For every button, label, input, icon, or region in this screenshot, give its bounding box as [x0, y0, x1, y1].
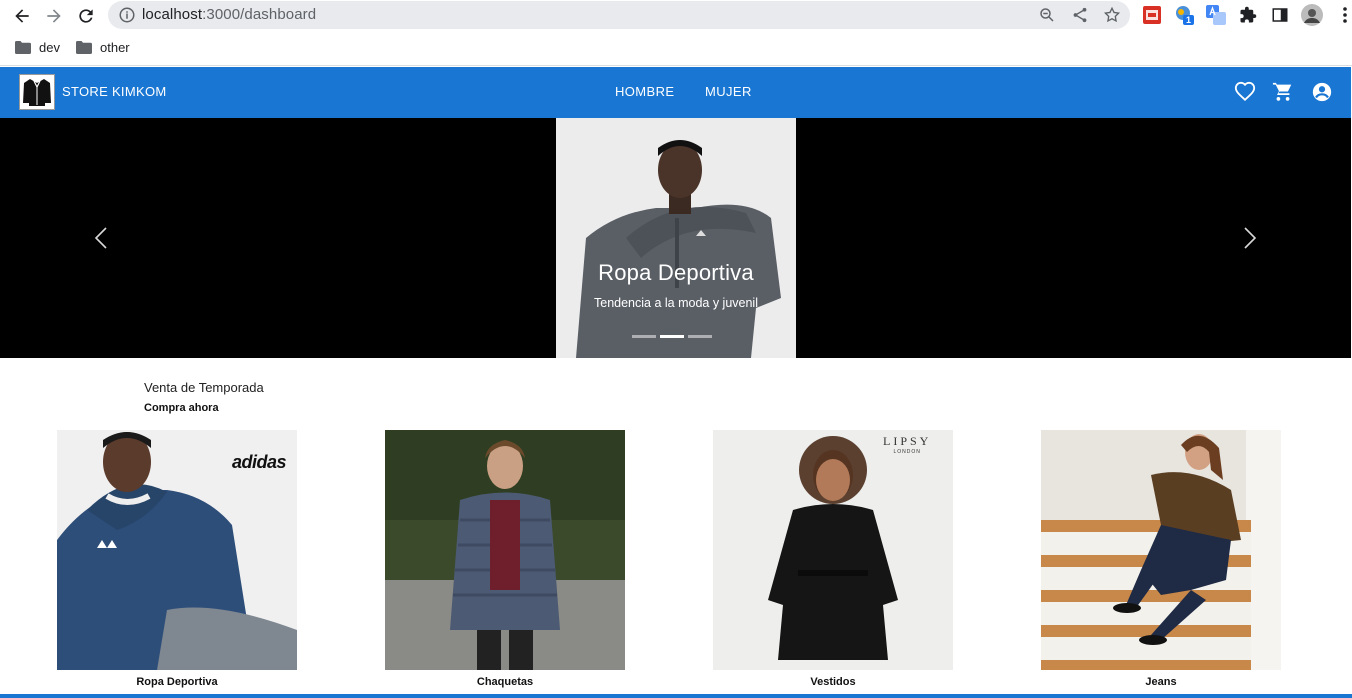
bookmark-folder-other[interactable]: other [76, 40, 130, 55]
indicator-3[interactable] [688, 335, 712, 338]
product-card-vestidos[interactable]: LIPSY LONDON Vestidos [713, 430, 953, 688]
jeans-model-image [1041, 430, 1281, 670]
bookmark-label: other [100, 40, 130, 55]
product-image[interactable]: LIPSY LONDON [713, 430, 953, 670]
avatar-icon [1301, 4, 1323, 26]
profile-avatar[interactable] [1301, 4, 1323, 26]
address-bar[interactable]: localhost:3000/dashboard [108, 1, 1130, 29]
info-icon[interactable] [118, 6, 136, 24]
extension-pdf-icon[interactable] [1141, 4, 1163, 26]
chrome-menu-button[interactable] [1334, 4, 1352, 26]
star-icon[interactable] [1103, 6, 1121, 24]
side-panel-icon [1272, 8, 1288, 22]
slide-title: Ropa Deportiva [598, 260, 754, 285]
extension-badge: 1 [1186, 15, 1192, 25]
product-card-jeans[interactable]: Jeans [1041, 430, 1281, 688]
translate-icon [1206, 5, 1226, 25]
bookmark-label: dev [39, 40, 60, 55]
folder-icon [76, 41, 92, 54]
footer-strip [0, 694, 1352, 698]
favorites-heart-icon[interactable] [1234, 81, 1256, 103]
product-label[interactable]: Vestidos [713, 676, 953, 688]
hero-carousel: Ropa Deportiva Tendencia a la moda y juv… [0, 118, 1351, 358]
lipsy-logo: LIPSY LONDON [883, 434, 931, 455]
reload-icon [79, 9, 93, 23]
reload-button[interactable] [74, 4, 98, 28]
product-label[interactable]: Jeans [1041, 676, 1281, 688]
account-circle-icon[interactable] [1311, 81, 1333, 103]
arrow-right-icon [47, 9, 61, 23]
product-card-ropa-deportiva[interactable]: adidas Ropa Deportiva [57, 430, 297, 688]
section-title: Venta de Temporada [144, 380, 264, 395]
product-label[interactable]: Chaquetas [385, 676, 625, 688]
indicator-1[interactable] [632, 335, 656, 338]
puffer-jacket-model-image [385, 430, 625, 670]
bookmark-folder-dev[interactable]: dev [15, 40, 60, 55]
zoom-icon[interactable] [1038, 6, 1056, 24]
more-vert-icon [1343, 7, 1347, 23]
product-image[interactable]: adidas [57, 430, 297, 670]
sportswear-model-image [556, 118, 796, 358]
back-button[interactable] [10, 4, 34, 28]
extension-globe-icon[interactable]: 1 [1173, 4, 1195, 26]
lipsy-sub: LONDON [893, 449, 921, 455]
adidas-logo: adidas [232, 452, 287, 472]
puzzle-icon [1240, 6, 1257, 23]
slide-caption: Ropa Deportiva Tendencia a la moda y juv… [556, 260, 796, 310]
store-logo[interactable] [19, 74, 55, 110]
product-label[interactable]: Ropa Deportiva [57, 676, 297, 688]
globe-icon [1176, 6, 1194, 25]
product-image[interactable] [385, 430, 625, 670]
folder-icon [15, 41, 31, 54]
dress-model-image [713, 430, 953, 670]
pdf-icon [1143, 6, 1161, 24]
browser-toolbar: localhost:3000/dashboard 1 [0, 0, 1352, 32]
indicator-2[interactable] [660, 335, 684, 338]
url-host: localhost [142, 6, 203, 23]
forward-button[interactable] [42, 4, 66, 28]
jacket-logo-icon [20, 75, 54, 109]
slide-subtitle: Tendencia a la moda y juvenil [594, 296, 758, 310]
cart-icon[interactable] [1272, 81, 1294, 103]
product-image[interactable] [1041, 430, 1281, 670]
slide-image-sportswear [556, 118, 796, 358]
bookmarks-bar: dev other [0, 32, 1352, 66]
nav-hombre[interactable]: HOMBRE [615, 84, 674, 99]
extensions-button[interactable] [1237, 4, 1259, 26]
share-icon[interactable] [1071, 6, 1089, 24]
brand-name[interactable]: STORE KIMKOM [62, 84, 166, 99]
url-path: :3000/dashboard [202, 6, 317, 23]
carousel-indicators [632, 335, 712, 338]
carousel-prev-chevron-icon[interactable] [88, 224, 116, 252]
nav-mujer[interactable]: MUJER [705, 84, 752, 99]
url-text[interactable]: localhost:3000/dashboard [142, 6, 316, 23]
extension-translate-icon[interactable] [1205, 4, 1227, 26]
section-subtitle[interactable]: Compra ahora [144, 402, 219, 414]
side-panel-button[interactable] [1269, 4, 1291, 26]
app-bar: STORE KIMKOM HOMBRE MUJER [0, 67, 1351, 118]
carousel-next-chevron-icon[interactable] [1235, 224, 1263, 252]
product-card-chaquetas[interactable]: Chaquetas [385, 430, 625, 688]
arrow-left-icon [15, 9, 29, 23]
lipsy-wordmark: LIPSY [883, 434, 932, 448]
